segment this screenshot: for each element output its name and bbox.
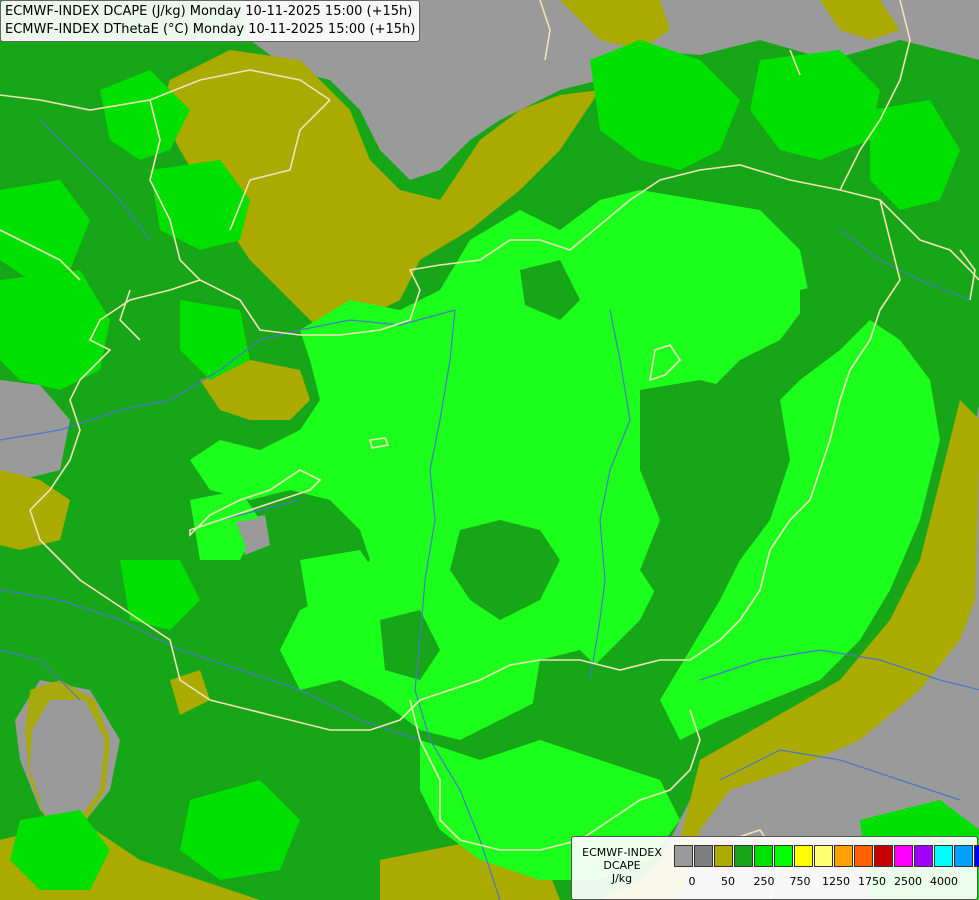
legend-swatch xyxy=(774,845,793,867)
legend-swatch xyxy=(974,845,979,867)
legend-swatch xyxy=(894,845,913,867)
legend-source: ECMWF-INDEX xyxy=(582,846,662,859)
legend-ticks: 0 50 250 750 1250 1750 2500 4000 xyxy=(674,875,974,889)
legend-tick-label: 750 xyxy=(789,875,811,888)
legend-tick-label: 1250 xyxy=(822,875,850,888)
legend-swatch xyxy=(734,845,753,867)
legend-swatch xyxy=(874,845,893,867)
legend-swatch xyxy=(914,845,933,867)
legend-swatches xyxy=(674,845,979,867)
legend-tick-label: 4000 xyxy=(930,875,958,888)
legend-swatch xyxy=(754,845,773,867)
legend-swatch xyxy=(814,845,833,867)
legend-swatch xyxy=(834,845,853,867)
legend-variable: DCAPE xyxy=(603,859,641,872)
legend-tick-label: 250 xyxy=(753,875,775,888)
legend-tick-label: 0 xyxy=(688,875,696,888)
legend-swatch xyxy=(714,845,733,867)
map-title-box: ECMWF-INDEX DCAPE (J/kg) Monday 10-11-20… xyxy=(0,0,421,42)
legend-swatch xyxy=(674,845,693,867)
dcape-map xyxy=(0,0,979,900)
legend-tick-label: 1750 xyxy=(858,875,886,888)
legend-tick-label: 50 xyxy=(721,875,735,888)
legend-title: ECMWF-INDEX DCAPE J/kg xyxy=(574,846,670,885)
legend-swatch xyxy=(854,845,873,867)
color-legend: ECMWF-INDEX DCAPE J/kg 0 50 250 750 1250 1750… xyxy=(571,836,979,900)
legend-swatch xyxy=(694,845,713,867)
legend-tick-label: 2500 xyxy=(894,875,922,888)
title-line-dthetae: ECMWF-INDEX DThetaE (°C) Monday 10-11-20… xyxy=(5,22,416,37)
legend-unit: J/kg xyxy=(611,872,633,885)
legend-swatch xyxy=(954,845,973,867)
legend-swatch xyxy=(794,845,813,867)
title-line-dcape: ECMWF-INDEX DCAPE (J/kg) Monday 10-11-20… xyxy=(5,4,413,19)
legend-swatch xyxy=(934,845,953,867)
